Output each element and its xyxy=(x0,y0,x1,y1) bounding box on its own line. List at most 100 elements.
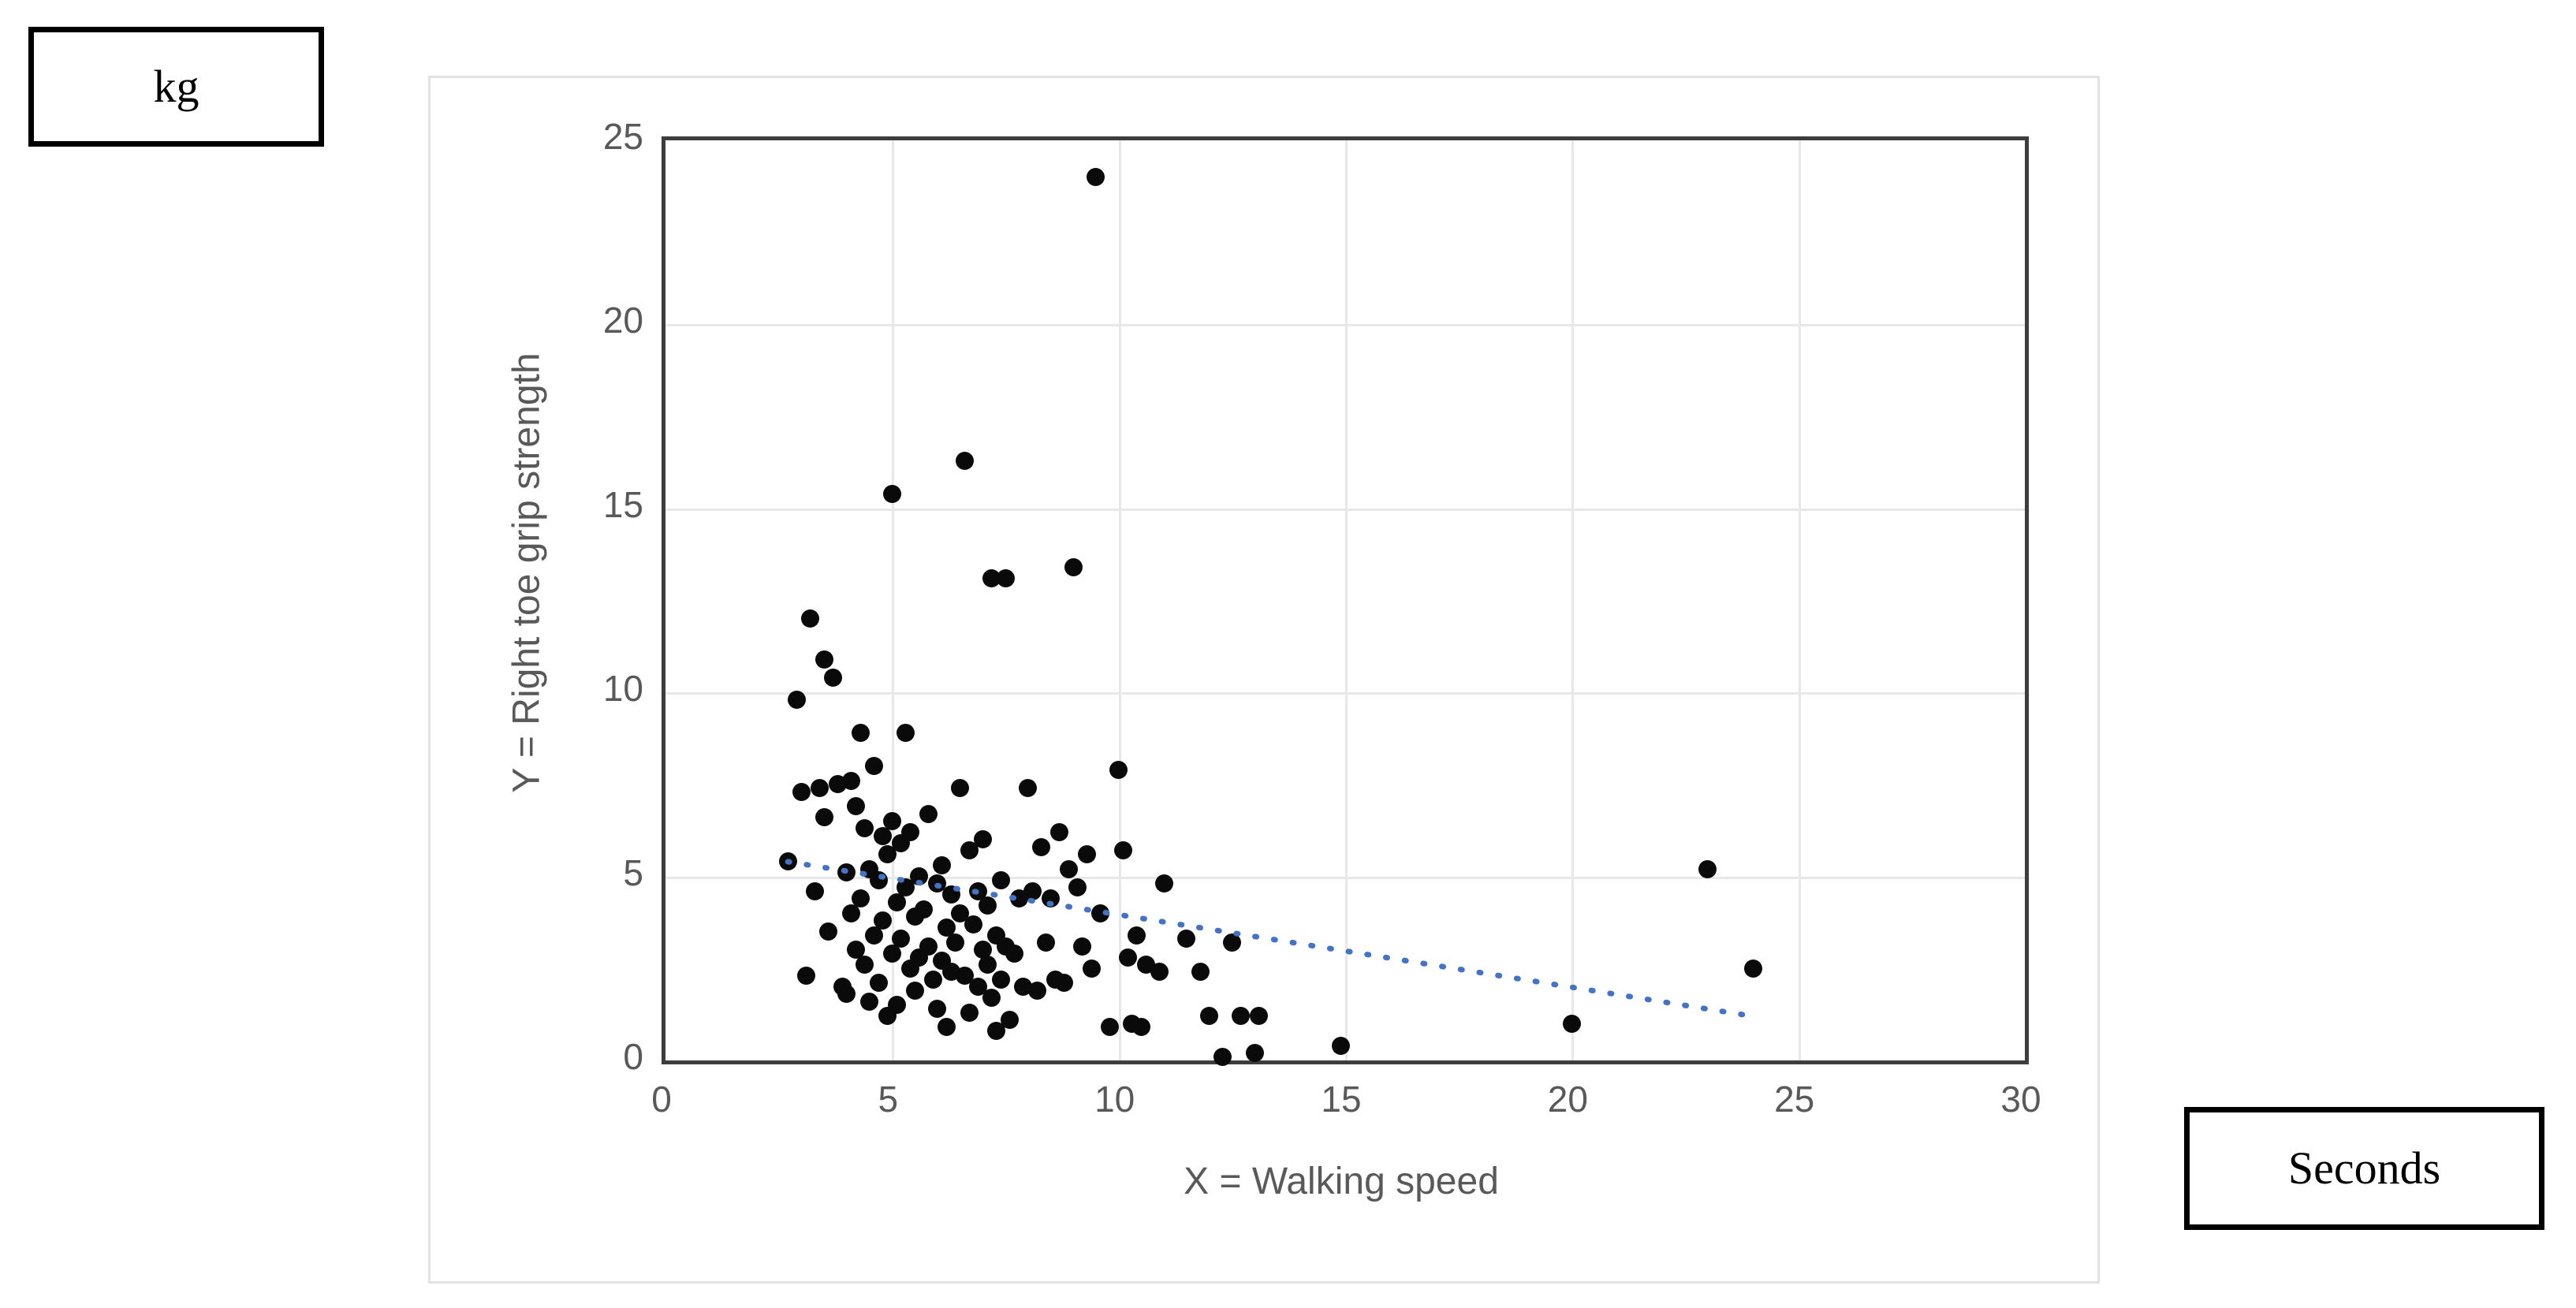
x-axis-tick-label: 10 xyxy=(1094,1079,1135,1120)
scatter-point xyxy=(851,889,870,908)
chart-container: 0 5 10 15 20 25 Y = Right toe grip strength 0… xyxy=(428,76,2100,1284)
scatter-point xyxy=(1743,959,1762,978)
scatter-point xyxy=(910,867,929,886)
scatter-point xyxy=(915,900,934,919)
scatter-point xyxy=(1118,948,1137,967)
x-axis-tick-labels: 0 5 10 15 20 25 30 xyxy=(651,1078,2041,1125)
scatter-point xyxy=(1055,974,1074,993)
scatter-point xyxy=(778,852,797,871)
x-axis-title: X = Walking speed xyxy=(1184,1161,1499,1202)
scatter-point xyxy=(864,757,883,776)
scatter-point xyxy=(869,974,888,993)
scatter-point xyxy=(973,830,992,849)
gridline-vertical xyxy=(1571,140,1575,1060)
scatter-point xyxy=(892,930,911,948)
scatter-point xyxy=(1109,760,1128,779)
scatter-point xyxy=(801,609,820,628)
gridline-horizontal xyxy=(665,692,2025,695)
scatter-point xyxy=(882,812,901,831)
scatter-point xyxy=(978,896,997,915)
scatter-point xyxy=(897,724,915,743)
scatter-point xyxy=(960,1003,979,1022)
scatter-point xyxy=(1087,168,1105,187)
scatter-point xyxy=(1082,959,1101,978)
scatter-point xyxy=(928,1000,947,1019)
scatter-point xyxy=(842,771,861,790)
scatter-point xyxy=(919,804,938,823)
scatter-point xyxy=(933,856,952,875)
scatter-point xyxy=(846,797,865,816)
scatter-point xyxy=(996,568,1015,587)
scatter-point xyxy=(1698,859,1717,878)
scatter-point xyxy=(806,881,825,900)
x-axis-tick-label: 20 xyxy=(1547,1079,1588,1120)
y-axis-tick-label: 20 xyxy=(602,300,643,341)
scatter-point xyxy=(796,967,815,986)
scatter-point xyxy=(1200,1007,1219,1026)
scatter-point xyxy=(815,650,833,669)
kg-unit-label: kg xyxy=(153,61,199,112)
scatter-point xyxy=(815,808,833,827)
scatter-point xyxy=(1331,1036,1350,1055)
gridline-vertical xyxy=(892,140,895,1060)
scatter-point xyxy=(1154,874,1173,893)
scatter-point xyxy=(1131,1018,1150,1037)
scatter-point xyxy=(792,782,811,801)
scatter-point xyxy=(882,484,901,503)
x-axis-tick-label: 5 xyxy=(878,1079,899,1120)
scatter-point xyxy=(1027,981,1046,1000)
scatter-point xyxy=(851,724,870,743)
scatter-point xyxy=(1041,889,1060,908)
scatter-point xyxy=(1077,845,1096,864)
scatter-point xyxy=(905,981,924,1000)
gridline-vertical xyxy=(1798,140,1801,1060)
scatter-point xyxy=(887,996,906,1015)
scatter-point xyxy=(788,691,807,710)
scatter-point xyxy=(923,970,942,989)
scatter-point xyxy=(955,451,974,470)
scatter-point xyxy=(978,956,997,974)
plot-area xyxy=(662,136,2029,1066)
y-axis-tick-label: 5 xyxy=(623,852,643,893)
scatter-point xyxy=(856,956,874,974)
x-axis-tick-label: 25 xyxy=(1774,1079,1815,1120)
scatter-point xyxy=(1001,1011,1020,1030)
scatter-point xyxy=(919,937,938,956)
scatter-point xyxy=(1032,837,1051,856)
seconds-unit-callout-box: Seconds xyxy=(2184,1107,2544,1230)
scatter-point xyxy=(1232,1007,1251,1026)
y-axis-title: Y = Right toe grip strength xyxy=(505,352,548,793)
scatter-point xyxy=(1037,933,1056,952)
scatter-point xyxy=(869,870,888,889)
scatter-point xyxy=(1064,557,1083,576)
scatter-point xyxy=(1073,937,1092,956)
scatter-point xyxy=(991,870,1010,889)
scatter-point xyxy=(1023,881,1042,900)
gridline-vertical xyxy=(1345,140,1348,1060)
kg-unit-callout-box: kg xyxy=(28,27,324,147)
scatter-point xyxy=(824,669,843,688)
y-axis-tick-labels: 0 5 10 15 20 25 xyxy=(565,116,643,1077)
y-axis-tick-label: 10 xyxy=(602,668,643,710)
scatter-point xyxy=(991,970,1010,989)
scatter-point xyxy=(900,823,919,842)
scatter-point xyxy=(937,1018,956,1037)
gridline-vertical xyxy=(1118,140,1121,1060)
x-axis-tick-label: 30 xyxy=(2000,1079,2041,1120)
scatter-point xyxy=(1068,878,1087,897)
scatter-point xyxy=(819,922,838,941)
scatter-point xyxy=(1100,1018,1119,1037)
scatter-point xyxy=(1213,1047,1232,1066)
gridline-horizontal xyxy=(665,508,2025,511)
scatter-point xyxy=(1113,841,1132,860)
scatter-point xyxy=(810,779,829,798)
plot-inner xyxy=(665,140,2025,1066)
x-axis-tick-label: 0 xyxy=(651,1079,672,1120)
scatter-point xyxy=(1245,1044,1264,1063)
scatter-point xyxy=(941,885,960,904)
scatter-point xyxy=(837,985,856,1004)
scatter-point xyxy=(1059,859,1078,878)
scatter-point xyxy=(1019,779,1038,798)
scatter-point xyxy=(1150,963,1169,982)
scatter-point xyxy=(860,992,879,1011)
